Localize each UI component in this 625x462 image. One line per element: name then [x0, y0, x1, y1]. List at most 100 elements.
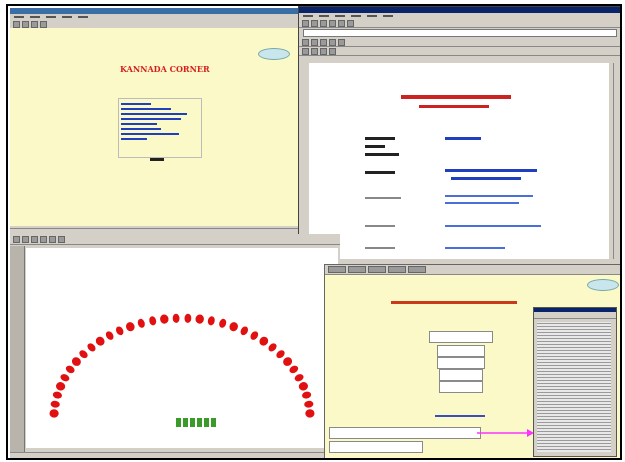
arc-glyph — [184, 313, 192, 323]
list-item[interactable] — [121, 108, 171, 110]
arc-glyph — [149, 316, 157, 326]
toolbar-button-icon[interactable] — [302, 47, 309, 55]
arc-glyph — [289, 365, 299, 374]
toolbar-button-icon[interactable] — [22, 20, 29, 28]
field-label — [365, 247, 395, 249]
toolbar[interactable] — [299, 19, 620, 28]
arc-glyph — [229, 322, 238, 332]
toolbar-button-icon[interactable] — [40, 235, 47, 243]
list-item[interactable] — [121, 103, 151, 105]
toolbar-button-icon[interactable] — [368, 266, 386, 273]
left-panel — [10, 246, 25, 452]
nav-button[interactable] — [587, 279, 619, 291]
arc-glyph — [304, 400, 314, 408]
menu-box[interactable] — [437, 357, 485, 369]
toolbar-button-icon[interactable] — [348, 266, 366, 273]
arc-glyph — [240, 326, 249, 336]
arc-glyph — [49, 409, 59, 418]
toolbar-button-icon[interactable] — [388, 266, 406, 273]
menu-box[interactable] — [437, 345, 485, 357]
format-toolbar[interactable] — [299, 47, 620, 56]
bottom-box[interactable] — [329, 427, 481, 439]
arc-glyph — [95, 336, 105, 346]
toolbar-button-icon[interactable] — [31, 235, 38, 243]
toolbar-button-icon[interactable] — [13, 235, 20, 243]
toolbar-button-icon[interactable] — [328, 266, 346, 273]
menu-box[interactable] — [439, 381, 483, 393]
window-titlebar — [299, 7, 620, 13]
bottom-box[interactable] — [329, 441, 423, 453]
field-link[interactable] — [445, 225, 541, 227]
field-label — [365, 171, 395, 174]
field-link[interactable] — [445, 202, 519, 204]
toolbar-button-icon[interactable] — [302, 38, 309, 46]
toolbar-button-icon[interactable] — [320, 47, 327, 55]
arc-glyph — [250, 331, 259, 340]
toolbar-button-icon[interactable] — [13, 20, 20, 28]
arc-glyph — [160, 314, 169, 324]
toolbar-button-icon[interactable] — [311, 47, 318, 55]
field-label — [365, 153, 399, 156]
newspaper-page — [537, 322, 611, 452]
toolbar-button-icon[interactable] — [302, 19, 309, 27]
toolbar-button-icon[interactable] — [58, 235, 65, 243]
window-titlebar — [534, 308, 616, 312]
page-content — [309, 63, 609, 259]
field-link[interactable] — [445, 247, 505, 249]
arc-glyph — [105, 331, 114, 340]
toolbar-button-icon[interactable] — [338, 19, 345, 27]
toolbar-button-icon[interactable] — [311, 19, 318, 27]
list-item[interactable] — [121, 138, 147, 140]
toolbar-button-icon[interactable] — [320, 19, 327, 27]
slide-window — [10, 234, 340, 458]
toolbar-button-icon[interactable] — [329, 19, 336, 27]
field-link[interactable] — [445, 137, 481, 140]
arc-glyph — [126, 322, 135, 332]
arc-glyph — [302, 391, 312, 399]
page-footer — [150, 158, 164, 161]
toolbar-button-icon[interactable] — [338, 38, 345, 46]
arrow-right-icon — [477, 429, 534, 437]
page-content: KANNADA CORNER — [10, 28, 298, 226]
arc-glyph — [305, 409, 315, 418]
field-link[interactable] — [451, 177, 521, 180]
toolbar-button-icon[interactable] — [320, 38, 327, 46]
toolbar-button-icon[interactable] — [311, 38, 318, 46]
divider — [435, 415, 485, 417]
list-item[interactable] — [121, 113, 187, 115]
list-item[interactable] — [121, 123, 157, 125]
toolbar-button-icon[interactable] — [408, 266, 426, 273]
toolbar-button-icon[interactable] — [49, 235, 56, 243]
toolbar[interactable] — [534, 312, 616, 319]
field-link[interactable] — [445, 169, 537, 172]
scrollbar-icon[interactable] — [613, 63, 620, 259]
arc-glyph — [71, 357, 81, 366]
menu-box[interactable] — [439, 369, 483, 381]
field-link[interactable] — [445, 195, 533, 197]
page-title — [401, 95, 511, 99]
toolbar[interactable] — [10, 234, 340, 245]
arc-glyph — [56, 382, 66, 391]
address-bar[interactable] — [303, 29, 617, 37]
toolbar-button-icon[interactable] — [329, 38, 336, 46]
field-label — [365, 225, 395, 227]
arc-glyph — [259, 336, 269, 346]
list-item[interactable] — [121, 128, 161, 130]
toolbar-button-icon[interactable] — [40, 20, 47, 28]
nav-button[interactable] — [258, 48, 290, 60]
arc-glyph — [52, 391, 62, 399]
toolbar-button-icon[interactable] — [31, 20, 38, 28]
menu-box[interactable] — [429, 331, 493, 343]
kannada-corner-window: KANNADA CORNER — [10, 8, 306, 234]
toolbar-button-icon[interactable] — [347, 19, 354, 27]
toolbar[interactable] — [325, 265, 620, 275]
list-item[interactable] — [121, 118, 181, 120]
field-label — [365, 137, 395, 140]
list-item[interactable] — [121, 133, 179, 135]
newspaper-thumbnail — [533, 307, 617, 457]
format-toolbar[interactable] — [299, 38, 620, 47]
toolbar-button-icon[interactable] — [329, 47, 336, 55]
menu-page-window — [324, 264, 620, 458]
arc-glyph — [60, 374, 70, 382]
toolbar-button-icon[interactable] — [22, 235, 29, 243]
